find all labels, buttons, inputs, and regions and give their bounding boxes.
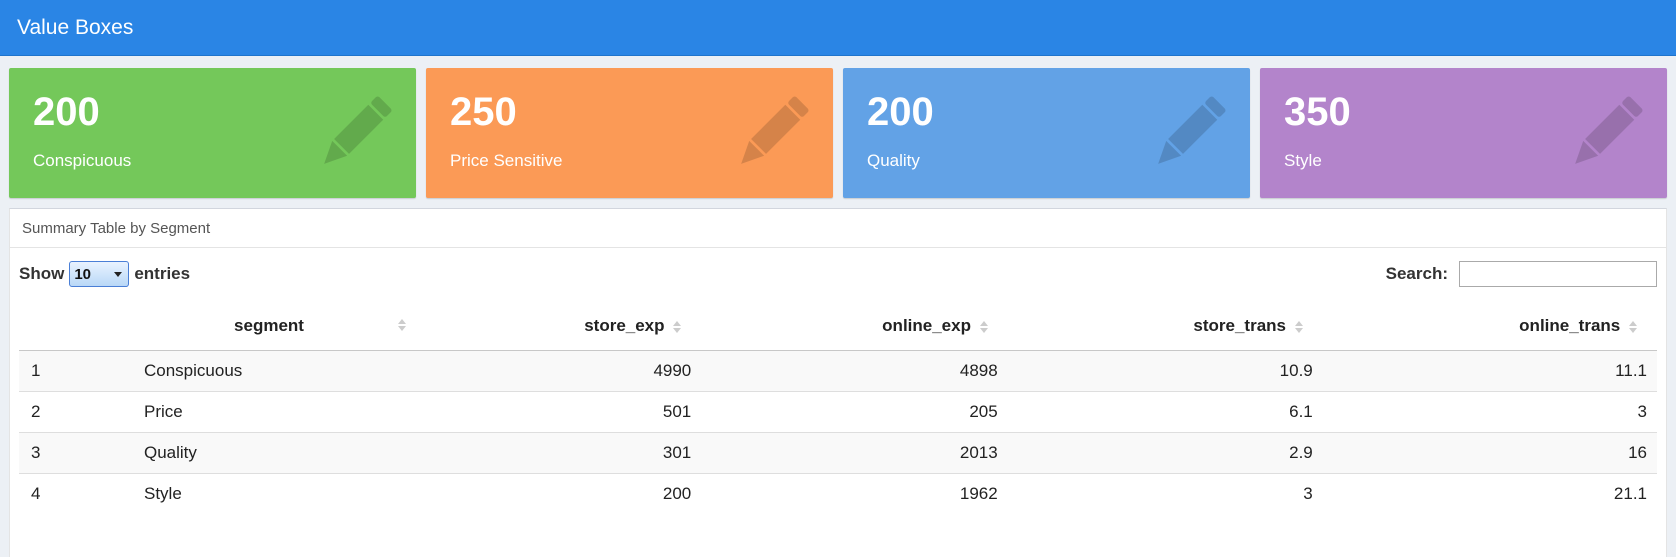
column-header-index (19, 302, 134, 351)
cell-online-exp: 205 (701, 391, 1008, 433)
column-header-online-exp[interactable]: online_exp (701, 302, 1008, 351)
value-box-number: 200 (867, 90, 934, 134)
cell-index: 2 (19, 391, 134, 433)
cell-store-exp: 200 (414, 473, 702, 514)
pencil-icon (1158, 96, 1226, 164)
cell-store-exp: 4990 (414, 350, 702, 392)
search-label: Search: (1385, 264, 1448, 283)
cell-store-exp: 501 (414, 391, 702, 433)
value-box-label: Price Sensitive (450, 151, 563, 170)
search-control: Search: (1386, 261, 1657, 287)
sort-icon (979, 320, 988, 333)
column-header-label: store_exp (584, 316, 665, 335)
cell-online-trans: 21.1 (1322, 473, 1657, 514)
cell-index: 1 (19, 350, 134, 392)
cell-store-exp: 301 (414, 432, 702, 474)
panel-title: Summary Table by Segment (10, 209, 1666, 248)
cell-index: 4 (19, 473, 134, 514)
page-length-control: Show 10 entries (19, 261, 190, 287)
table-row: 3 Quality 301 2013 2.9 16 (19, 432, 1657, 474)
app-header: Value Boxes (0, 0, 1676, 56)
table-row: 4 Style 200 1962 3 21.1 (19, 473, 1657, 514)
sort-icon (1629, 320, 1637, 333)
cell-index: 3 (19, 432, 134, 474)
chevron-down-icon (114, 271, 123, 277)
sort-icon (673, 320, 682, 333)
cell-online-trans: 3 (1322, 391, 1657, 433)
cell-segment: Price (134, 391, 414, 433)
cell-segment: Quality (134, 432, 414, 474)
value-box-number: 350 (1284, 90, 1351, 134)
value-box-label: Style (1284, 151, 1322, 170)
value-box-quality: 200 Quality (843, 68, 1250, 198)
table-row: 1 Conspicuous 4990 4898 10.9 11.1 (19, 350, 1657, 392)
cell-segment: Style (134, 473, 414, 514)
pencil-icon (1575, 96, 1643, 164)
pencil-icon (324, 96, 392, 164)
cell-online-trans: 16 (1322, 432, 1657, 474)
value-box-number: 200 (33, 90, 100, 134)
cell-store-trans: 10.9 (1007, 350, 1323, 392)
pencil-icon (741, 96, 809, 164)
value-box-style: 350 Style (1260, 68, 1667, 198)
search-input[interactable] (1459, 261, 1657, 287)
value-box-label: Conspicuous (33, 151, 132, 170)
cell-online-exp: 1962 (701, 473, 1008, 514)
cell-store-trans: 2.9 (1007, 432, 1323, 474)
column-header-segment[interactable]: segment (134, 302, 414, 351)
entries-select-value: 10 (74, 265, 92, 283)
column-header-store-exp[interactable]: store_exp (414, 302, 702, 351)
column-header-online-trans[interactable]: online_trans (1322, 302, 1657, 351)
table-header-row: segment store_exp online_exp store_trans… (19, 302, 1657, 351)
summary-panel: Summary Table by Segment Show 10 entries… (9, 208, 1667, 557)
show-label: Show (19, 264, 65, 283)
column-header-store-trans[interactable]: store_trans (1007, 302, 1323, 351)
sort-icon (398, 319, 406, 331)
column-header-label: store_trans (1193, 316, 1287, 335)
table-controls: Show 10 entries Search: (10, 248, 1666, 290)
cell-store-trans: 6.1 (1007, 391, 1323, 433)
value-box-price-sensitive: 250 Price Sensitive (426, 68, 833, 198)
entries-select[interactable]: 10 (69, 261, 130, 287)
summary-table: segment store_exp online_exp store_trans… (19, 302, 1657, 514)
value-box-row: 200 Conspicuous 250 Price Sensitive 200 … (0, 56, 1676, 198)
cell-online-exp: 2013 (701, 432, 1008, 474)
app-title: Value Boxes (17, 15, 134, 39)
value-box-conspicuous: 200 Conspicuous (9, 68, 416, 198)
cell-store-trans: 3 (1007, 473, 1323, 514)
table-row: 2 Price 501 205 6.1 3 (19, 391, 1657, 433)
sort-icon (1294, 320, 1303, 333)
entries-label: entries (134, 264, 191, 283)
value-box-number: 250 (450, 90, 517, 134)
column-header-label: online_exp (882, 316, 971, 335)
cell-segment: Conspicuous (134, 350, 414, 392)
cell-online-trans: 11.1 (1322, 350, 1657, 392)
value-box-label: Quality (867, 151, 920, 170)
cell-online-exp: 4898 (701, 350, 1008, 392)
column-header-label: segment (234, 316, 304, 335)
column-header-label: online_trans (1519, 316, 1621, 335)
